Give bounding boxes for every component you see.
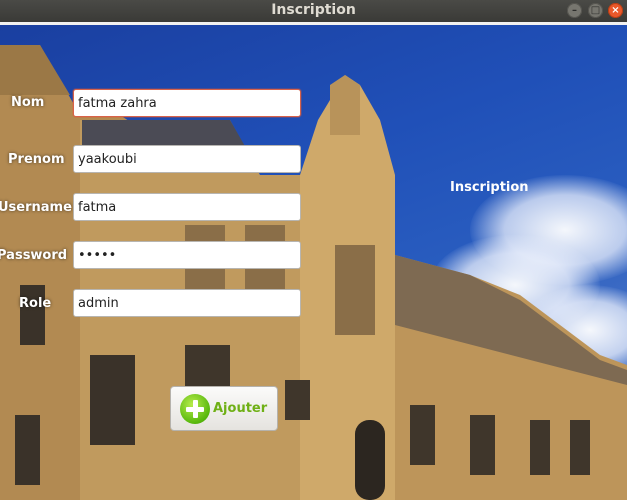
nom-label: Nom bbox=[11, 95, 45, 110]
form-heading: Inscription bbox=[450, 180, 529, 195]
password-label: Password bbox=[0, 248, 68, 263]
username-input[interactable] bbox=[73, 193, 301, 221]
plus-circle-icon bbox=[180, 394, 210, 424]
username-label: Username bbox=[0, 200, 72, 215]
password-input[interactable] bbox=[73, 241, 301, 269]
maximize-icon[interactable]: □ bbox=[588, 3, 603, 18]
ajouter-button[interactable]: Ajouter bbox=[170, 386, 278, 431]
ajouter-button-label: Ajouter bbox=[213, 401, 268, 416]
prenom-input[interactable] bbox=[73, 145, 301, 173]
title-bar[interactable]: Inscription – □ × bbox=[0, 0, 627, 22]
close-icon[interactable]: × bbox=[608, 3, 623, 18]
prenom-label: Prenom bbox=[8, 152, 65, 167]
minimize-icon[interactable]: – bbox=[567, 3, 582, 18]
role-input[interactable] bbox=[73, 289, 301, 317]
role-label: Role bbox=[19, 296, 52, 311]
nom-input[interactable] bbox=[73, 89, 301, 117]
window-title: Inscription bbox=[271, 2, 356, 18]
